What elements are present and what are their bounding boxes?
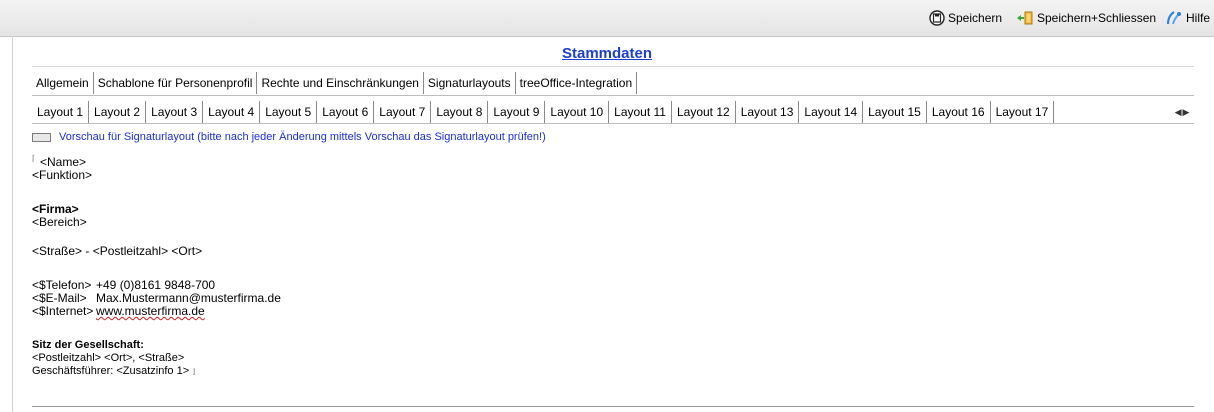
tab-scroll-arrows: ◀ ▶ bbox=[1172, 106, 1192, 119]
tab-layout-6[interactable]: Layout 6 bbox=[317, 101, 375, 123]
sig-internet-label[interactable]: <$Internet> bbox=[32, 305, 96, 318]
tab-layout-13[interactable]: Layout 13 bbox=[736, 101, 800, 123]
sig-internet-value[interactable]: www.musterfirma.de bbox=[96, 304, 205, 318]
sig-seat-heading[interactable]: Sitz der Gesellschaft: bbox=[32, 339, 144, 352]
tab-treeoffice-integration[interactable]: treeOffice-Integration bbox=[516, 72, 638, 94]
help-button[interactable]: Hilfe bbox=[1165, 9, 1210, 27]
save-button[interactable]: Speichern bbox=[929, 9, 1002, 27]
sig-seat-address[interactable]: <Postleitzahl> <Ort>, <Straße> bbox=[32, 352, 184, 365]
tab-layout-15[interactable]: Layout 15 bbox=[863, 101, 927, 123]
save-close-icon bbox=[1017, 11, 1033, 25]
tab-schablone-personenprofil[interactable]: Schablone für Personenprofil bbox=[94, 72, 258, 94]
tab-rechte-einschraenkungen[interactable]: Rechte und Einschränkungen bbox=[257, 72, 424, 94]
scroll-left-icon[interactable]: ◀ bbox=[1175, 107, 1182, 118]
toolbar: Speichern Speichern+Schliessen Hilfe bbox=[0, 0, 1214, 37]
tab-layout-11[interactable]: Layout 11 bbox=[609, 101, 672, 123]
tab-layout-14[interactable]: Layout 14 bbox=[799, 101, 864, 123]
tab-layout-5[interactable]: Layout 5 bbox=[260, 101, 318, 123]
sig-email-value[interactable]: Max.Mustermann@musterfirma.de bbox=[96, 291, 281, 305]
tab-layout-8[interactable]: Layout 8 bbox=[431, 101, 489, 123]
preview-row: Vorschau für Signaturlayout (bitte nach … bbox=[32, 131, 546, 143]
sig-phone-value[interactable]: +49 (0)8161 9848-700 bbox=[96, 278, 215, 292]
title-divider bbox=[32, 66, 1194, 67]
tab-layout-2[interactable]: Layout 2 bbox=[89, 101, 147, 123]
bottom-divider bbox=[32, 406, 1194, 407]
layout-tabs: Layout 1 Layout 2 Layout 3 Layout 4 Layo… bbox=[32, 101, 1055, 124]
tab-layout-16[interactable]: Layout 16 bbox=[927, 101, 991, 123]
scroll-right-icon[interactable]: ▶ bbox=[1183, 107, 1190, 118]
tab-layout-4[interactable]: Layout 4 bbox=[203, 101, 261, 123]
tab-layout-1[interactable]: Layout 1 bbox=[32, 101, 90, 123]
left-border bbox=[12, 36, 13, 412]
layout-tabs-divider bbox=[32, 123, 1194, 124]
start-marker-icon: ⌈ bbox=[32, 154, 36, 163]
sig-function[interactable]: <Funktion> bbox=[32, 169, 92, 182]
sig-ceo-text[interactable]: Geschäftsführer: <Zusatzinfo 1> bbox=[32, 365, 189, 377]
main-tabs: Allgemein Schablone für Personenprofil R… bbox=[32, 72, 638, 94]
tab-layout-17[interactable]: Layout 17 bbox=[991, 101, 1055, 123]
end-marker-icon: ⌋ bbox=[192, 367, 196, 376]
preview-label[interactable]: Vorschau für Signaturlayout (bitte nach … bbox=[59, 131, 546, 143]
save-close-button[interactable]: Speichern+Schliessen bbox=[1016, 9, 1156, 27]
tab-layout-3[interactable]: Layout 3 bbox=[146, 101, 204, 123]
sig-department[interactable]: <Bereich> bbox=[32, 216, 87, 229]
tab-layout-12[interactable]: Layout 12 bbox=[671, 101, 736, 124]
sig-address-line[interactable]: <Straße> - <Postleitzahl> <Ort> bbox=[32, 245, 202, 258]
page-title[interactable]: Stammdaten bbox=[0, 45, 1214, 62]
tab-layout-9[interactable]: Layout 9 bbox=[488, 101, 546, 123]
help-icon bbox=[1167, 11, 1181, 25]
main-tabs-divider bbox=[32, 95, 1194, 96]
save-label: Speichern bbox=[948, 11, 1003, 25]
tab-signaturlayouts[interactable]: Signaturlayouts bbox=[423, 72, 516, 94]
tab-layout-7[interactable]: Layout 7 bbox=[374, 101, 432, 123]
preview-checkbox[interactable] bbox=[32, 132, 51, 142]
sig-contact-internet: <$Internet> www.musterfirma.de bbox=[32, 305, 205, 318]
sig-ceo-line: Geschäftsführer: <Zusatzinfo 1> ⌋ bbox=[32, 365, 195, 378]
help-label: Hilfe bbox=[1186, 11, 1211, 25]
tab-allgemein[interactable]: Allgemein bbox=[32, 72, 94, 94]
save-close-label: Speichern+Schliessen bbox=[1037, 11, 1157, 25]
save-icon bbox=[929, 10, 945, 26]
tab-layout-10[interactable]: Layout 10 bbox=[545, 101, 610, 123]
